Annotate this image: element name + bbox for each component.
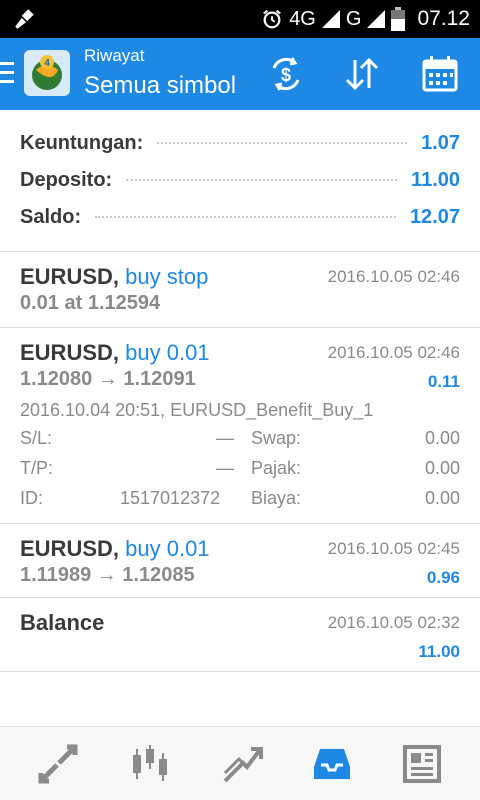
order-date: 2016.10.05 02:46	[327, 267, 460, 286]
period-button[interactable]	[418, 52, 462, 96]
deal-action: buy 0.01	[125, 340, 210, 365]
tp-label: T/P:	[20, 458, 54, 478]
clock: 07.12	[417, 7, 470, 30]
network-type-1: 4G	[289, 7, 316, 30]
summary-row-balance: Saldo: 12.07	[20, 202, 460, 232]
nav-quotes[interactable]	[35, 741, 81, 787]
id-value: 1517012372	[120, 488, 221, 508]
balance-amount: 11.00	[418, 642, 460, 661]
deal-prices: 1.12080 → 1.12091	[20, 368, 196, 390]
order-price: 0.01 at 1.12594	[20, 292, 161, 314]
summary-label: Deposito:	[20, 168, 113, 191]
dotted-leader	[157, 142, 408, 144]
app-bar: 4 Riwayat Semua simbol $	[0, 38, 480, 110]
deal-symbol: EURUSD,	[20, 536, 120, 561]
sl-label: S/L:	[20, 428, 53, 448]
nav-news[interactable]	[399, 741, 445, 787]
battery-icon	[391, 7, 406, 31]
summary-value: 11.00	[411, 168, 460, 191]
balance-label: Balance	[20, 610, 105, 635]
deal-date: 2016.10.05 02:45	[327, 539, 460, 558]
order-symbol: EURUSD,	[20, 264, 120, 289]
trade-icon	[223, 747, 263, 783]
fee-label: Biaya:	[251, 488, 302, 508]
signal-icon-2	[367, 10, 386, 28]
swap-label: Swap:	[251, 428, 302, 448]
deal-row-expanded[interactable]: EURUSD, buy 0.01 2016.10.05 02:46 1.1208…	[0, 328, 480, 524]
order-action: buy stop	[125, 264, 209, 289]
tp-value: —	[216, 458, 234, 478]
deal-title: EURUSD, buy 0.01	[20, 536, 210, 562]
deal-symbol: EURUSD,	[20, 340, 120, 365]
detail-row: S/L: — Swap: 0.00	[20, 428, 460, 458]
nav-chart[interactable]	[127, 741, 173, 787]
deal-comment: 2016.10.04 20:51, EURUSD_Benefit_Buy_1	[20, 400, 374, 420]
detail-row: T/P: — Pajak: 0.00	[20, 458, 460, 488]
news-icon	[403, 745, 441, 783]
detail-row: ID: 1517012372 Biaya: 0.00	[20, 488, 460, 518]
alarm-icon	[263, 9, 282, 29]
chart-icon	[133, 745, 167, 781]
fee-value: 0.00	[424, 488, 460, 508]
deal-row[interactable]: EURUSD, buy 0.01 2016.10.05 02:45 1.1198…	[0, 524, 480, 598]
summary-row-profit: Keuntungan: 1.07	[20, 128, 460, 158]
history-icon	[314, 749, 350, 779]
summary-value: 1.07	[421, 131, 460, 154]
deal-prices: 1.11989 → 1.12085	[20, 564, 195, 586]
bottom-navigation	[0, 726, 480, 800]
deal-action: buy 0.01	[125, 536, 210, 561]
account-summary: Keuntungan: 1.07 Deposito: 11.00 Saldo: …	[0, 110, 480, 252]
nav-history[interactable]	[309, 741, 355, 787]
dotted-leader	[95, 216, 396, 218]
order-row[interactable]: EURUSD, buy stop 2016.10.05 02:46 0.01 a…	[0, 252, 480, 328]
summary-label: Saldo:	[20, 205, 82, 228]
sort-icon	[345, 57, 379, 91]
summary-value: 12.07	[409, 205, 460, 228]
tax-label: Pajak:	[251, 458, 302, 478]
calendar-icon	[422, 56, 458, 92]
id-label: ID:	[20, 488, 44, 508]
menu-icon[interactable]	[0, 60, 16, 86]
deal-profit: 0.11	[427, 372, 460, 391]
deal-profit: 0.96	[426, 568, 460, 587]
quotes-icon	[38, 744, 78, 784]
balance-title: Balance	[20, 610, 104, 636]
order-title: EURUSD, buy stop	[20, 264, 208, 290]
summary-label: Keuntungan:	[20, 131, 144, 154]
microphone-icon	[15, 9, 34, 29]
balance-row[interactable]: Balance 2016.10.05 02:32 11.00	[0, 598, 480, 672]
dollar-exchange-icon: $	[272, 57, 300, 91]
app-subtitle: Riwayat	[84, 46, 145, 65]
network-type-2: G	[345, 7, 362, 30]
symbol-filter-title[interactable]: Semua simbol	[84, 72, 236, 100]
deposit-button[interactable]: $	[264, 52, 308, 96]
svg-text:4: 4	[44, 58, 50, 69]
signal-icon	[321, 10, 340, 28]
tax-value: 0.00	[424, 458, 460, 478]
deal-title: EURUSD, buy 0.01	[20, 340, 210, 366]
sl-value: —	[216, 428, 234, 448]
dotted-leader	[126, 179, 398, 181]
swap-value: 0.00	[424, 428, 460, 448]
deal-details: 2016.10.04 20:51, EURUSD_Benefit_Buy_1 S…	[20, 400, 460, 518]
nav-trade[interactable]	[219, 741, 265, 787]
summary-row-deposit: Deposito: 11.00	[20, 165, 460, 195]
sort-button[interactable]	[340, 52, 384, 96]
deal-date: 2016.10.05 02:46	[327, 343, 460, 362]
metatrader-logo-icon[interactable]: 4	[24, 50, 70, 96]
balance-date: 2016.10.05 02:32	[327, 613, 460, 632]
svg-text:$: $	[281, 65, 291, 85]
status-bar: 4G G 07.12	[0, 0, 480, 38]
